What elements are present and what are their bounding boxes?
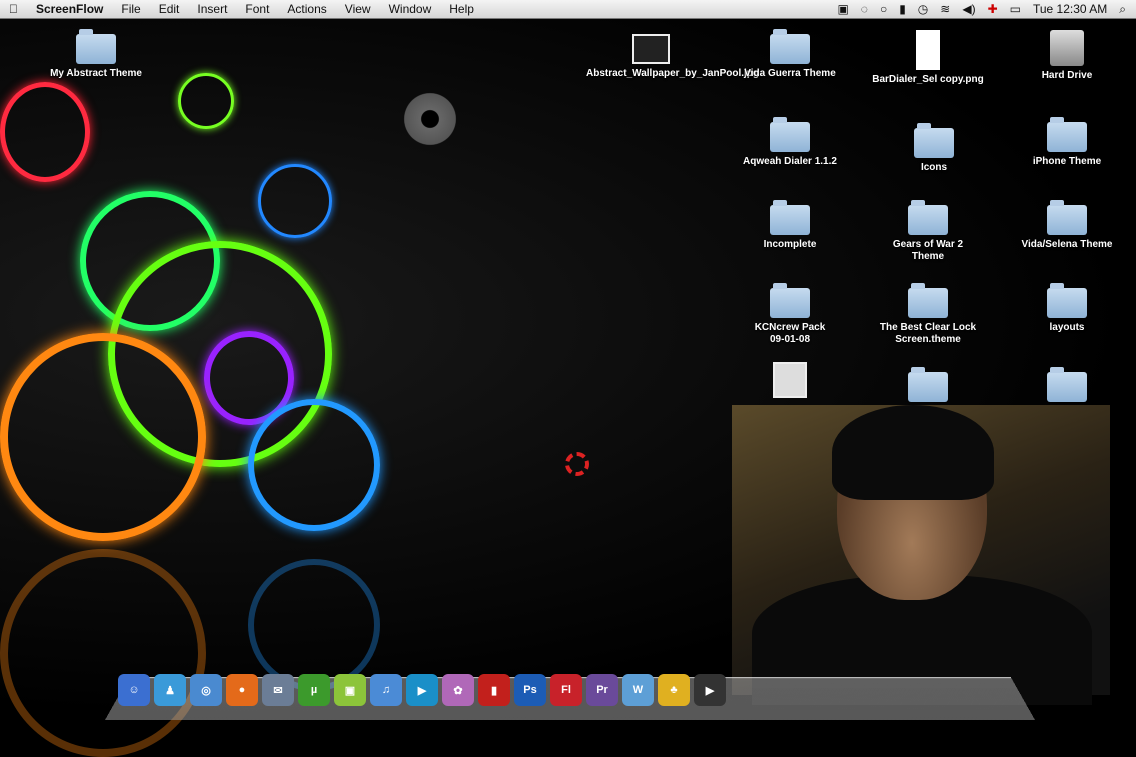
- desktop-icon[interactable]: Incomplete: [725, 200, 855, 251]
- icon-label: Vida Guerra Theme: [744, 68, 836, 79]
- camera-icon[interactable]: ▣: [837, 2, 848, 16]
- desktop-icon-folder[interactable]: [863, 367, 993, 406]
- icon-label: The Best Clear Lock Screen.theme: [879, 322, 977, 345]
- ring-blue-small: [258, 164, 332, 238]
- folder-icon: [914, 123, 954, 158]
- icon-label: KCNcrew Pack 09-01-08: [754, 322, 826, 345]
- folder-icon: [1047, 117, 1087, 152]
- dock-dreamweaver-icon[interactable]: W: [622, 674, 654, 706]
- menu-bar:  ScreenFlow File Edit Insert Font Actio…: [0, 0, 1136, 19]
- spotlight-icon[interactable]: ⌕: [1119, 2, 1126, 17]
- dock-mail-icon[interactable]: ✉: [262, 674, 294, 706]
- dock-utorrent-icon[interactable]: µ: [298, 674, 330, 706]
- ring-orange: [0, 333, 206, 541]
- icon-label: BarDialer_Sel copy.png: [872, 74, 984, 85]
- ring-orange-reflection: [0, 549, 206, 757]
- dock-icons: ☺ ♟ ◎ ● ✉ µ ▣ ♫ ▶ ✿ ▮ Ps Fl Pr W ♣ ▶: [118, 674, 726, 706]
- folder-icon: [908, 200, 948, 235]
- cursor-icon: [565, 452, 589, 476]
- folder-icon: [76, 29, 116, 64]
- sync-icon[interactable]: ◌: [861, 2, 868, 16]
- flag-icon[interactable]: ✚: [988, 2, 998, 16]
- desktop-icon[interactable]: KCNcrew Pack 09-01-08: [725, 283, 855, 346]
- apple-icon[interactable]: : [0, 2, 27, 16]
- dock-adium-icon[interactable]: ♣: [658, 674, 690, 706]
- folder-icon: [770, 117, 810, 152]
- icon-label: Aqweah Dialer 1.1.2: [743, 156, 837, 167]
- dock-photobooth-icon[interactable]: ▮: [478, 674, 510, 706]
- ring-lime-small: [178, 73, 234, 129]
- folder-icon: [1047, 200, 1087, 235]
- dock-finder-icon[interactable]: ☺: [118, 674, 150, 706]
- app-status-icon[interactable]: ▮: [899, 2, 906, 16]
- desktop-icon[interactable]: Hard Drive: [1002, 30, 1132, 82]
- menu-help[interactable]: Help: [440, 2, 483, 16]
- desktop-icon[interactable]: Aqweah Dialer 1.1.2: [725, 117, 855, 168]
- ring-blue: [248, 399, 380, 531]
- menu-edit[interactable]: Edit: [150, 2, 189, 16]
- wifi-icon[interactable]: ≋: [940, 2, 950, 16]
- dock-firefox-icon[interactable]: ●: [226, 674, 258, 706]
- menu-view[interactable]: View: [336, 2, 380, 16]
- desktop-icon[interactable]: The Best Clear Lock Screen.theme: [863, 283, 993, 346]
- desktop-icon-folder[interactable]: [1002, 367, 1132, 406]
- hard-drive-icon: [1050, 30, 1084, 66]
- image-file-icon: [632, 34, 670, 64]
- dock-messenger-icon[interactable]: ♟: [154, 674, 186, 706]
- icon-label: iPhone Theme: [1032, 156, 1102, 167]
- menu-insert[interactable]: Insert: [188, 2, 236, 16]
- menu-actions[interactable]: Actions: [278, 2, 335, 16]
- dock-quicktime-icon[interactable]: ▶: [406, 674, 438, 706]
- clock[interactable]: Tue 12:30 AM: [1033, 2, 1107, 16]
- icon-label: My Abstract Theme: [50, 68, 142, 79]
- ring-blue-reflection: [248, 559, 380, 691]
- folder-icon: [1047, 367, 1087, 402]
- folder-icon: [770, 283, 810, 318]
- folder-icon: [770, 29, 810, 64]
- ring-red: [0, 82, 90, 182]
- icon-label: Gears of War 2 Theme: [892, 239, 964, 262]
- desktop-icon[interactable]: Abstract_Wallpaper_by_JanPool.jpg: [586, 34, 759, 80]
- folder-icon: [770, 200, 810, 235]
- icon-label: layouts: [1049, 322, 1085, 333]
- menu-file[interactable]: File: [112, 2, 149, 16]
- dock-safari-icon[interactable]: ◎: [190, 674, 222, 706]
- webcam-overlay: [732, 405, 1110, 705]
- image-file-icon: [916, 30, 940, 70]
- desktop-icon[interactable]: BarDialer_Sel copy.png: [863, 30, 993, 86]
- desktop-icon[interactable]: Gears of War 2 Theme: [863, 200, 993, 263]
- dock-app-icon[interactable]: ▣: [334, 674, 366, 706]
- dock-screenflow-icon[interactable]: ▶: [694, 674, 726, 706]
- time-machine-icon[interactable]: ◷: [918, 2, 928, 16]
- installer-icon: [773, 362, 807, 398]
- menu-font[interactable]: Font: [236, 2, 278, 16]
- chat-icon[interactable]: ○: [880, 2, 887, 16]
- battery-icon[interactable]: ▭: [1010, 2, 1021, 16]
- desktop-icon[interactable]: Vida/Selena Theme: [1002, 200, 1132, 251]
- folder-icon: [1047, 283, 1087, 318]
- icon-label: Incomplete: [763, 239, 817, 250]
- folder-icon: [908, 283, 948, 318]
- desktop-icon-installer[interactable]: [725, 362, 855, 402]
- desktop-icon[interactable]: iPhone Theme: [1002, 117, 1132, 168]
- desktop-icon[interactable]: Vida Guerra Theme: [725, 29, 855, 80]
- volume-icon[interactable]: ◀): [962, 2, 975, 16]
- icon-label: Icons: [920, 162, 948, 173]
- dock-itunes-icon[interactable]: ♫: [370, 674, 402, 706]
- folder-icon: [908, 367, 948, 402]
- icon-label: Hard Drive: [1041, 70, 1093, 81]
- dock-photoshop-icon[interactable]: Ps: [514, 674, 546, 706]
- desktop-icon[interactable]: layouts: [1002, 283, 1132, 334]
- desktop-icon[interactable]: Icons: [869, 123, 999, 174]
- flower-decoration: [400, 89, 460, 149]
- menu-window[interactable]: Window: [380, 2, 441, 16]
- dock-video-icon[interactable]: ✿: [442, 674, 474, 706]
- dock-flash-icon[interactable]: Fl: [550, 674, 582, 706]
- icon-label: Vida/Selena Theme: [1021, 239, 1113, 250]
- menu-app[interactable]: ScreenFlow: [27, 2, 112, 16]
- desktop-icon-my-abstract-theme[interactable]: My Abstract Theme: [31, 29, 161, 80]
- person-beanie: [832, 405, 994, 500]
- dock-premiere-icon[interactable]: Pr: [586, 674, 618, 706]
